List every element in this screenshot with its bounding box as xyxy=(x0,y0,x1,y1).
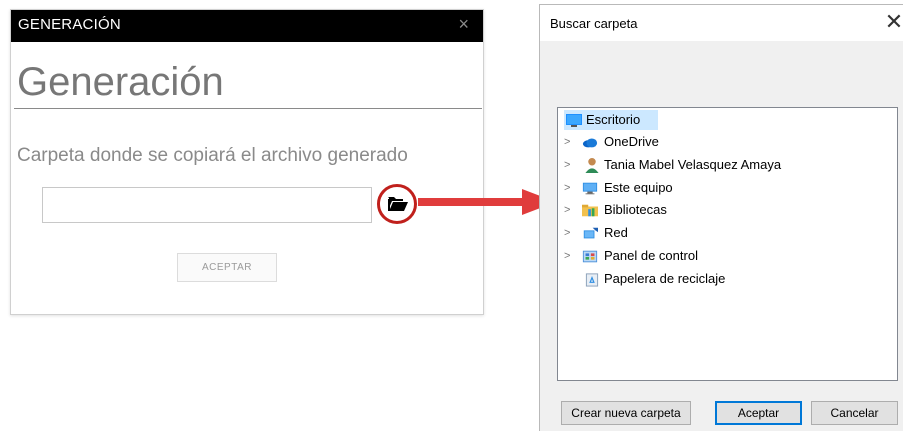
folder-tree[interactable]: Escritorio > OneDrive > Tania Mabel Vela… xyxy=(557,107,898,381)
recycle-bin-icon xyxy=(585,273,599,287)
create-new-folder-button[interactable]: Crear nueva carpeta xyxy=(561,401,691,425)
tree-item-escritorio[interactable]: Escritorio xyxy=(564,110,658,130)
dialog-header: GENERACIÓN × xyxy=(11,10,483,42)
folder-path-input[interactable] xyxy=(42,187,372,223)
generation-dialog: GENERACIÓN × Generación Carpeta donde se… xyxy=(10,9,484,315)
browse-folder-window: Buscar carpeta ✕ Escritorio > OneDrive > xyxy=(539,4,903,431)
chevron-right-icon[interactable]: > xyxy=(564,132,576,152)
tree-item-user[interactable]: > Tania Mabel Velasquez Amaya xyxy=(564,155,844,175)
tree-item-este-equipo[interactable]: > Este equipo xyxy=(564,178,724,198)
chevron-right-icon[interactable]: > xyxy=(564,223,576,243)
tree-item-onedrive[interactable]: > OneDrive xyxy=(564,132,724,152)
browse-folder-button[interactable] xyxy=(377,184,417,224)
desktop-icon xyxy=(566,114,582,127)
tree-item-red[interactable]: > Red xyxy=(564,223,724,243)
user-icon xyxy=(585,158,599,173)
chevron-right-icon[interactable]: > xyxy=(564,155,576,175)
window-title: Buscar carpeta xyxy=(550,16,638,31)
libraries-icon xyxy=(582,204,598,217)
accept-button[interactable]: Aceptar xyxy=(715,401,802,425)
folder-label: Carpeta donde se copiará el archivo gene… xyxy=(17,145,408,166)
control-panel-icon xyxy=(582,250,598,263)
tree-item-label: Bibliotecas xyxy=(604,202,667,217)
close-icon[interactable]: × xyxy=(458,14,469,34)
tree-item-label: Escritorio xyxy=(586,112,641,127)
tree-item-label: Este equipo xyxy=(604,180,673,195)
tree-item-papelera[interactable]: Papelera de reciclaje xyxy=(564,269,764,289)
tree-item-label: Papelera de reciclaje xyxy=(604,271,726,286)
tree-item-label: Tania Mabel Velasquez Amaya xyxy=(604,157,782,172)
cancel-button[interactable]: Cancelar xyxy=(811,401,898,425)
chevron-right-icon[interactable]: > xyxy=(564,246,576,266)
title-divider xyxy=(14,108,482,109)
network-icon xyxy=(583,227,598,239)
close-icon[interactable]: ✕ xyxy=(884,9,903,35)
tree-item-bibliotecas[interactable]: > Bibliotecas xyxy=(564,200,724,220)
tree-item-label: Panel de control xyxy=(604,248,698,263)
dialog-header-title: GENERACIÓN xyxy=(18,16,121,33)
computer-icon xyxy=(582,182,598,195)
open-folder-icon xyxy=(388,197,408,211)
tree-item-label: Red xyxy=(604,225,628,240)
chevron-right-icon[interactable]: > xyxy=(564,200,576,220)
window-titlebar: Buscar carpeta ✕ xyxy=(540,5,903,41)
tree-item-label: OneDrive xyxy=(604,134,659,149)
page-title: Generación xyxy=(17,60,224,104)
pointer-arrow xyxy=(418,189,556,215)
tree-item-panel-de-control[interactable]: > Panel de control xyxy=(564,246,744,266)
onedrive-cloud-icon xyxy=(582,138,598,148)
chevron-right-icon[interactable]: > xyxy=(564,178,576,198)
accept-button[interactable]: ACEPTAR xyxy=(177,253,277,282)
